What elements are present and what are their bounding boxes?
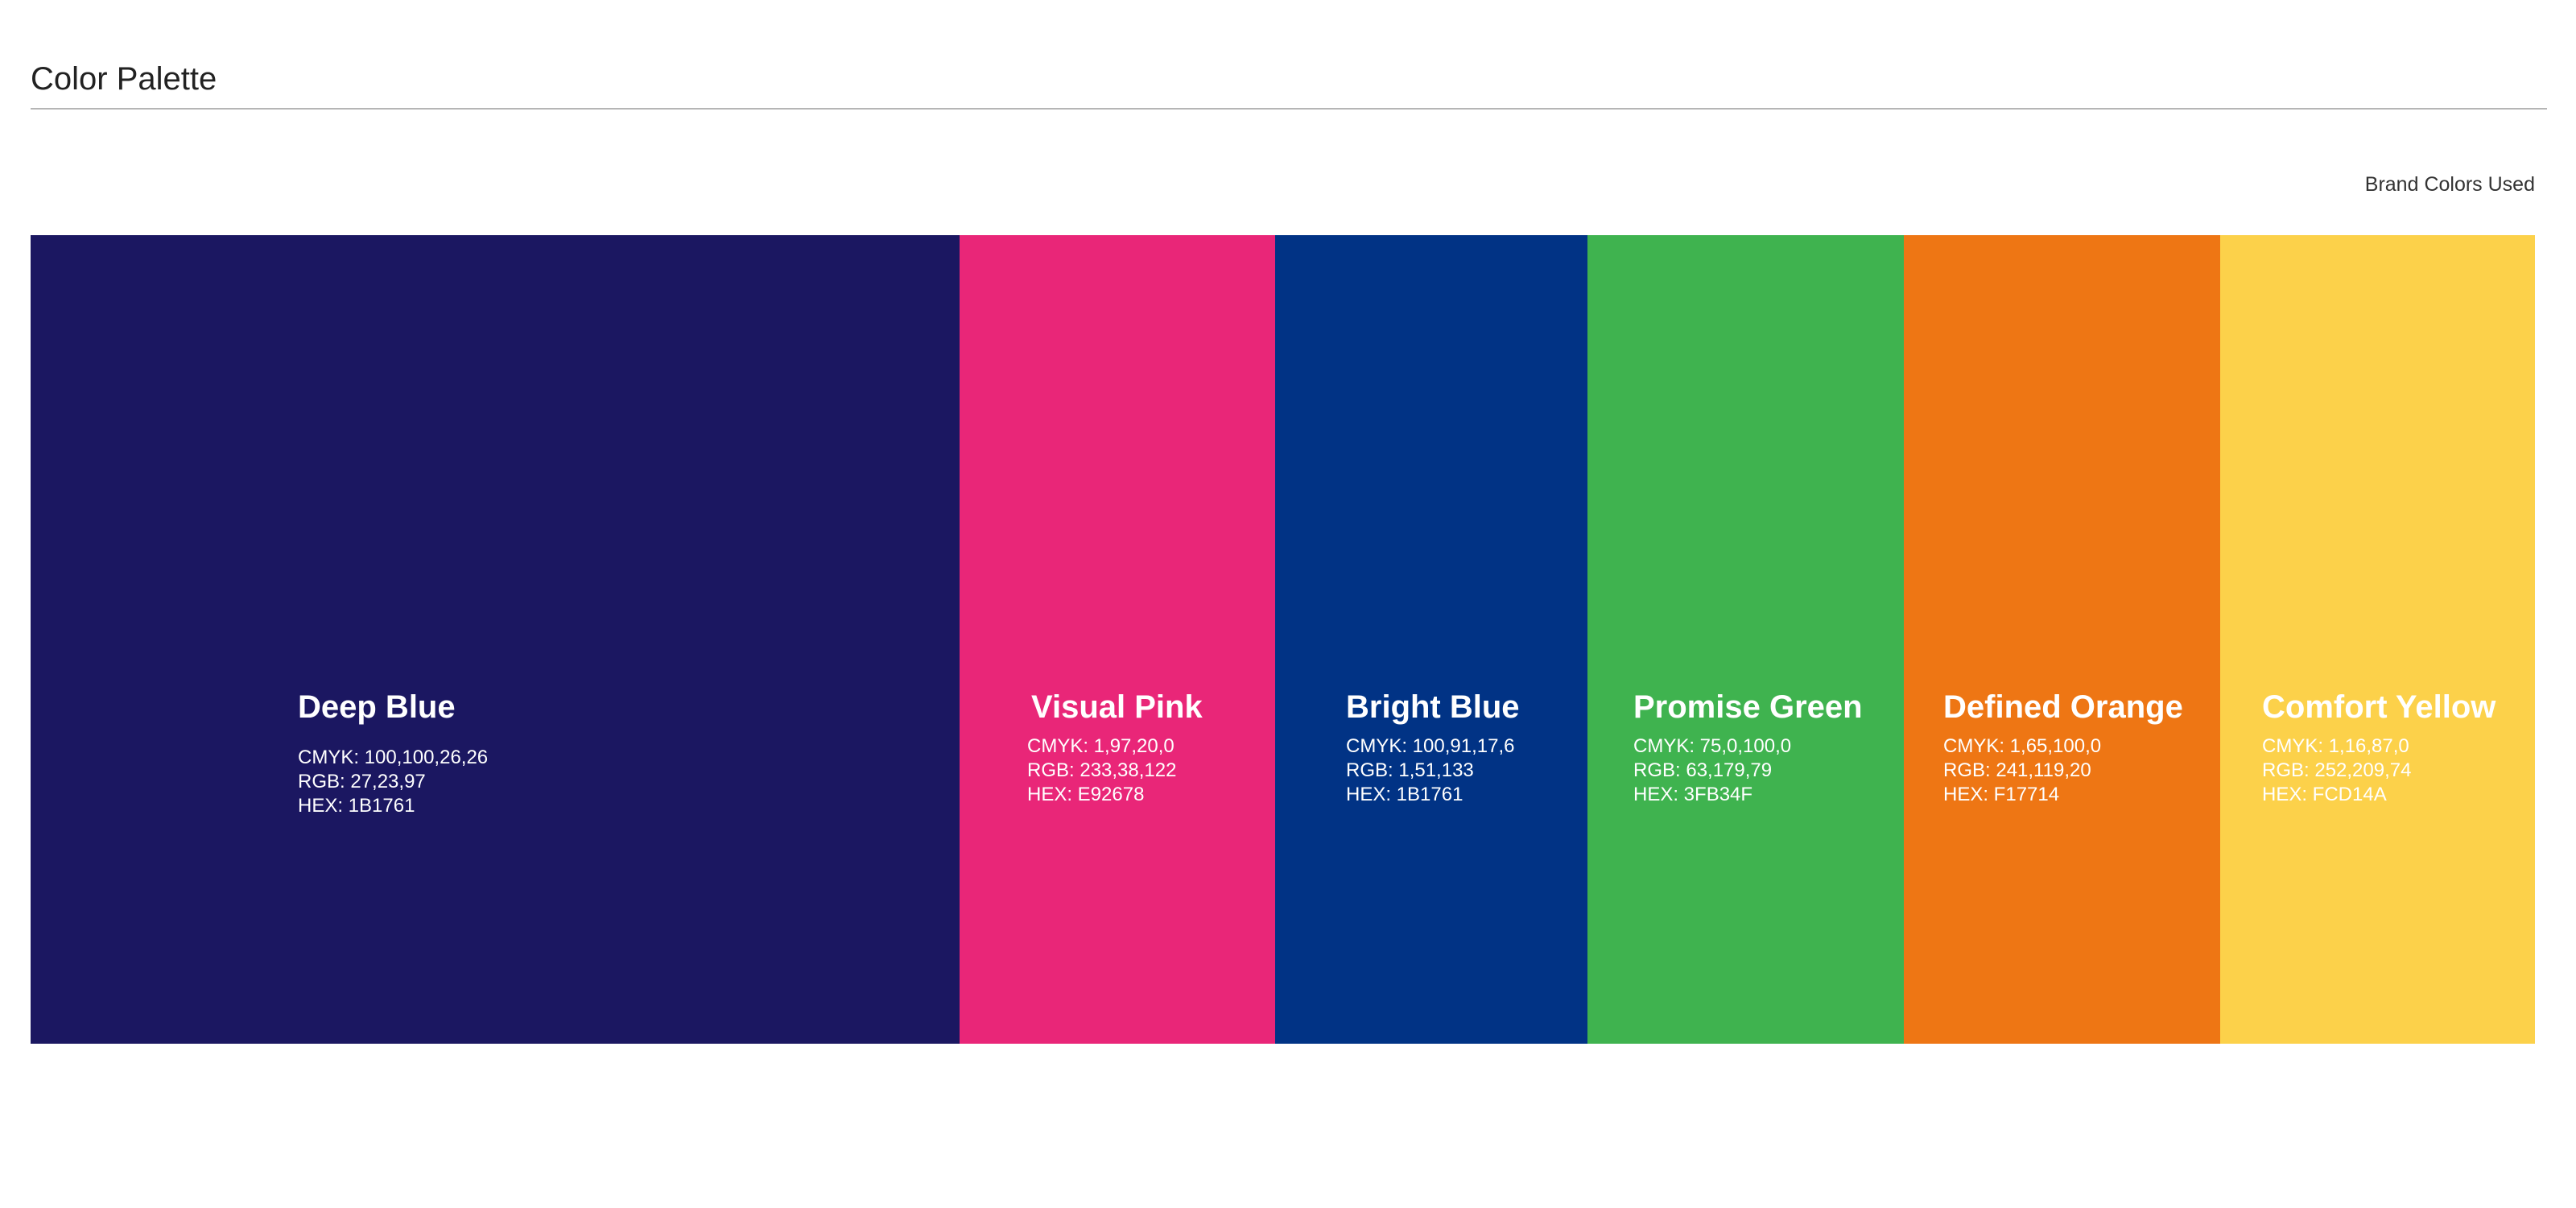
swatch-name: Promise Green — [1633, 689, 1863, 725]
swatch-name: Defined Orange — [1943, 689, 2183, 725]
cmyk-value: CMYK: 100,100,26,26 — [298, 747, 489, 768]
rgb-value: RGB: 1,51,133 — [1346, 759, 1474, 781]
cmyk-value: CMYK: 1,65,100,0 — [1943, 735, 2102, 757]
palette-subtitle: Brand Colors Used — [2364, 173, 2535, 196]
swatch-specs: CMYK: 1,97,20,0 RGB: 233,38,122 HEX: E92… — [1027, 734, 1203, 807]
swatch-info: Defined Orange CMYK: 1,65,100,0 RGB: 241… — [1943, 685, 2183, 807]
cmyk-value: CMYK: 75,0,100,0 — [1633, 735, 1792, 757]
swatch-specs: CMYK: 100,91,17,6 RGB: 1,51,133 HEX: 1B1… — [1346, 734, 1520, 807]
rgb-value: RGB: 27,23,97 — [298, 771, 426, 792]
swatch-name: Deep Blue — [298, 689, 456, 725]
cmyk-value: CMYK: 100,91,17,6 — [1346, 735, 1515, 757]
palette-swatch-row: Deep Blue CMYK: 100,100,26,26 RGB: 27,23… — [31, 235, 2535, 1044]
swatch-info: Visual Pink CMYK: 1,97,20,0 RGB: 233,38,… — [1027, 685, 1203, 807]
swatch-deep-blue: Deep Blue CMYK: 100,100,26,26 RGB: 27,23… — [31, 235, 960, 1044]
swatch-info: Bright Blue CMYK: 100,91,17,6 RGB: 1,51,… — [1346, 685, 1520, 807]
swatch-comfort-yellow: Comfort Yellow CMYK: 1,16,87,0 RGB: 252,… — [2220, 235, 2535, 1044]
rgb-value: RGB: 241,119,20 — [1943, 759, 2091, 781]
color-palette-page: Color Palette Brand Colors Used Deep Blu… — [0, 0, 2576, 1208]
hex-value: HEX: F17714 — [1943, 784, 2060, 805]
swatch-specs: CMYK: 1,65,100,0 RGB: 241,119,20 HEX: F1… — [1943, 734, 2183, 807]
swatch-name: Comfort Yellow — [2262, 689, 2496, 725]
cmyk-value: CMYK: 1,97,20,0 — [1027, 735, 1174, 757]
rgb-value: RGB: 233,38,122 — [1027, 759, 1177, 781]
hex-value: HEX: FCD14A — [2262, 784, 2387, 805]
swatch-name: Bright Blue — [1346, 689, 1520, 725]
swatch-info: Promise Green CMYK: 75,0,100,0 RGB: 63,1… — [1633, 685, 1863, 807]
page-title: Color Palette — [31, 61, 217, 97]
swatch-promise-green: Promise Green CMYK: 75,0,100,0 RGB: 63,1… — [1587, 235, 1904, 1044]
hex-value: HEX: 1B1761 — [298, 795, 415, 817]
hex-value: HEX: 3FB34F — [1633, 784, 1753, 805]
swatch-defined-orange: Defined Orange CMYK: 1,65,100,0 RGB: 241… — [1904, 235, 2220, 1044]
swatch-info: Comfort Yellow CMYK: 1,16,87,0 RGB: 252,… — [2262, 685, 2496, 807]
swatch-bright-blue: Bright Blue CMYK: 100,91,17,6 RGB: 1,51,… — [1275, 235, 1587, 1044]
swatch-name: Visual Pink — [1031, 689, 1203, 725]
rgb-value: RGB: 252,209,74 — [2262, 759, 2412, 781]
swatch-info: Deep Blue CMYK: 100,100,26,26 RGB: 27,23… — [298, 685, 488, 818]
swatch-visual-pink: Visual Pink CMYK: 1,97,20,0 RGB: 233,38,… — [960, 235, 1275, 1044]
swatch-specs: CMYK: 100,100,26,26 RGB: 27,23,97 HEX: 1… — [298, 746, 488, 818]
swatch-specs: CMYK: 75,0,100,0 RGB: 63,179,79 HEX: 3FB… — [1633, 734, 1863, 807]
cmyk-value: CMYK: 1,16,87,0 — [2262, 735, 2409, 757]
title-divider — [31, 108, 2547, 110]
hex-value: HEX: 1B1761 — [1346, 784, 1463, 805]
swatch-specs: CMYK: 1,16,87,0 RGB: 252,209,74 HEX: FCD… — [2262, 734, 2496, 807]
hex-value: HEX: E92678 — [1027, 784, 1145, 805]
rgb-value: RGB: 63,179,79 — [1633, 759, 1773, 781]
